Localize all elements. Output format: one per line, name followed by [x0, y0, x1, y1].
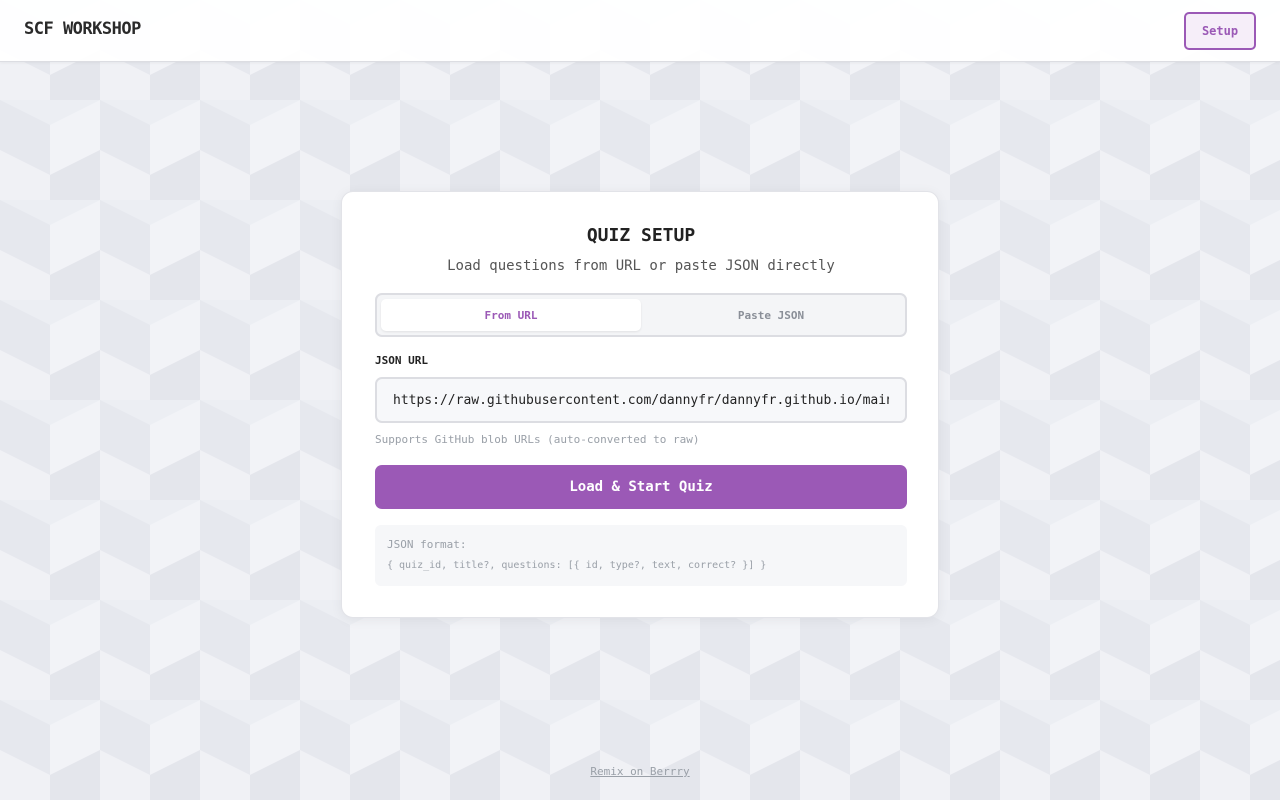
remix-link[interactable]: Remix on Berrry	[0, 765, 1280, 778]
card-title: QUIZ SETUP	[586, 225, 696, 246]
card-subtitle: Load questions from URL or paste JSON di…	[447, 258, 835, 274]
setup-button[interactable]: Setup	[1184, 12, 1256, 50]
tab-paste-json[interactable]: Paste JSON	[641, 299, 901, 331]
format-schema: { quiz_id, title?, questions: [{ id, typ…	[387, 560, 767, 571]
format-heading: JSON format:	[387, 538, 467, 551]
tab-from-url[interactable]: From URL	[381, 299, 641, 331]
json-format-box: JSON format: { quiz_id, title?, question…	[375, 525, 907, 586]
top-header: SCF WORKSHOP Setup	[0, 0, 1280, 62]
url-hint: Supports GitHub blob URLs (auto-converte…	[375, 433, 700, 446]
source-tabs: From URL Paste JSON	[375, 293, 907, 337]
brand-title: SCF WORKSHOP	[24, 19, 141, 39]
load-start-quiz-button[interactable]: Load & Start Quiz	[375, 465, 907, 509]
quiz-setup-card: QUIZ SETUP Load questions from URL or pa…	[341, 191, 939, 618]
json-url-label: JSON URL	[375, 354, 428, 367]
json-url-input[interactable]	[375, 377, 907, 423]
